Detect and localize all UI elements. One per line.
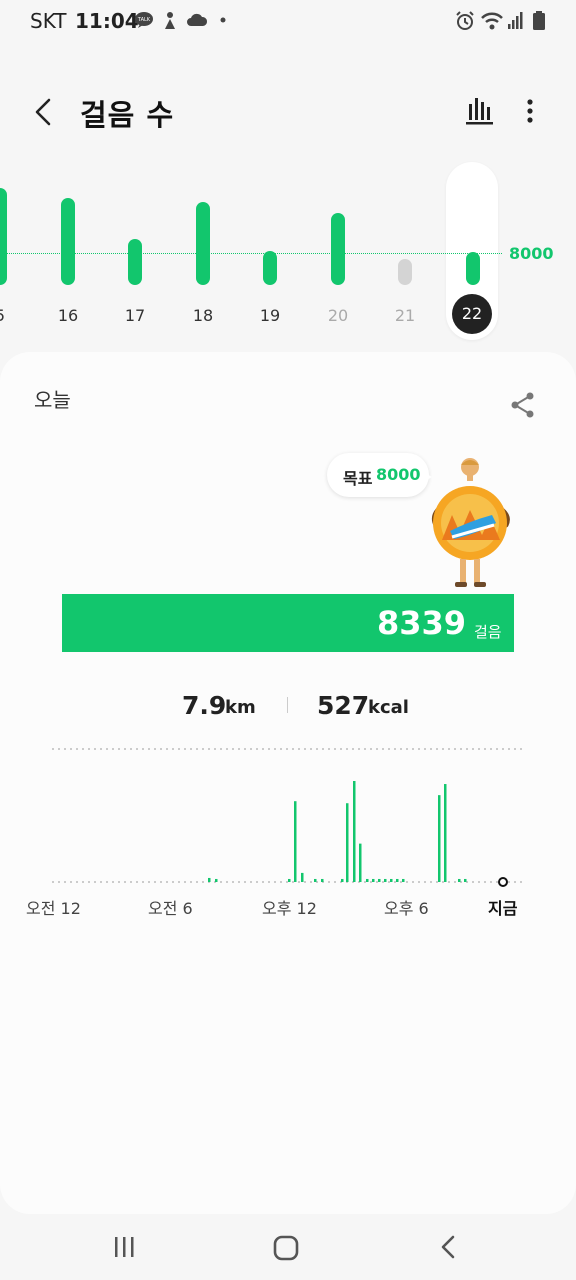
hour-label: 오후 12	[262, 899, 317, 918]
dot-icon	[220, 17, 226, 23]
share-button[interactable]	[508, 390, 538, 420]
alarm-icon	[456, 11, 474, 30]
back-arrow-icon	[35, 98, 51, 126]
hour-bar	[384, 878, 387, 882]
signal-icon	[508, 12, 523, 29]
hour-bar	[353, 781, 356, 882]
hour-label: 오전 12	[26, 899, 81, 918]
wifi-icon	[481, 12, 503, 30]
hour-bar	[458, 878, 461, 882]
hour-bar	[464, 878, 467, 882]
status-bar: SKT 11:04 TALK	[0, 0, 576, 44]
bar-chart-icon	[466, 98, 493, 125]
hour-bar	[444, 784, 447, 882]
selected-day-label[interactable]: 22	[452, 294, 492, 334]
history-chart-button[interactable]	[462, 94, 498, 130]
distance-unit: km	[225, 697, 256, 718]
hour-bar	[378, 878, 381, 882]
back-button[interactable]	[24, 92, 64, 132]
hour-label: 오전 6	[148, 899, 193, 918]
hour-bar	[314, 878, 317, 882]
day-bar[interactable]	[466, 252, 480, 285]
day-label: 21	[394, 306, 416, 325]
recent-apps-button[interactable]	[112, 1234, 138, 1260]
steps-unit: 걸음	[474, 623, 502, 641]
day-bar[interactable]	[196, 202, 210, 285]
hour-bar	[346, 803, 349, 882]
day-bar[interactable]	[61, 198, 75, 285]
hour-bar	[208, 877, 211, 882]
day-bar[interactable]	[128, 239, 142, 285]
figure-icon	[165, 12, 175, 29]
steps-count: 8339	[376, 604, 466, 642]
hour-bar	[359, 843, 362, 882]
day-label: 19	[259, 306, 281, 325]
stats-divider	[287, 697, 288, 713]
hour-label-now: 지금	[488, 899, 518, 918]
day-bar[interactable]	[331, 213, 345, 285]
battery-icon	[533, 11, 545, 30]
hour-bar	[372, 878, 375, 882]
goal-value: 8000	[376, 465, 421, 484]
mascot-illustration	[431, 458, 510, 587]
svg-text:TALK: TALK	[137, 17, 151, 23]
today-label: 오늘	[34, 388, 71, 412]
day-label: 18	[192, 306, 214, 325]
hour-bar	[366, 878, 369, 882]
hour-bar	[438, 795, 441, 882]
cloud-icon	[187, 13, 208, 26]
carrier-label: SKT	[30, 9, 67, 33]
hour-bar	[215, 878, 218, 882]
now-marker	[498, 877, 508, 887]
calories-value: 527	[317, 691, 370, 720]
hour-bar	[396, 878, 399, 882]
hour-bar	[402, 878, 405, 882]
hour-bar	[341, 878, 344, 882]
page-title: 걸음 수	[80, 98, 175, 132]
share-icon	[511, 392, 534, 418]
hour-bar	[301, 872, 304, 882]
hour-bar	[294, 801, 297, 882]
navigation-bar	[0, 1214, 576, 1280]
day-bar[interactable]	[263, 251, 277, 285]
hour-label: 오후 6	[384, 899, 429, 918]
kakaotalk-icon: TALK	[135, 12, 153, 28]
more-options-button[interactable]	[512, 94, 548, 130]
goal-line-label: 8000	[509, 244, 554, 263]
distance-value: 7.9	[182, 691, 227, 720]
day-bar[interactable]	[398, 259, 412, 285]
day-label: 5	[0, 306, 20, 325]
home-button[interactable]	[272, 1234, 300, 1262]
hour-bar	[321, 878, 324, 882]
day-label: 20	[327, 306, 349, 325]
day-label: 16	[57, 306, 79, 325]
goal-prefix: 목표	[343, 469, 373, 488]
day-bar[interactable]	[0, 188, 7, 285]
day-label: 17	[124, 306, 146, 325]
more-vertical-icon	[527, 99, 533, 123]
hourly-steps-chart	[52, 748, 526, 887]
calories-unit: kcal	[368, 697, 409, 718]
nav-back-button[interactable]	[436, 1234, 462, 1260]
hour-bar	[390, 878, 393, 882]
status-time: 11:04	[75, 9, 139, 33]
hour-bar	[288, 878, 291, 882]
